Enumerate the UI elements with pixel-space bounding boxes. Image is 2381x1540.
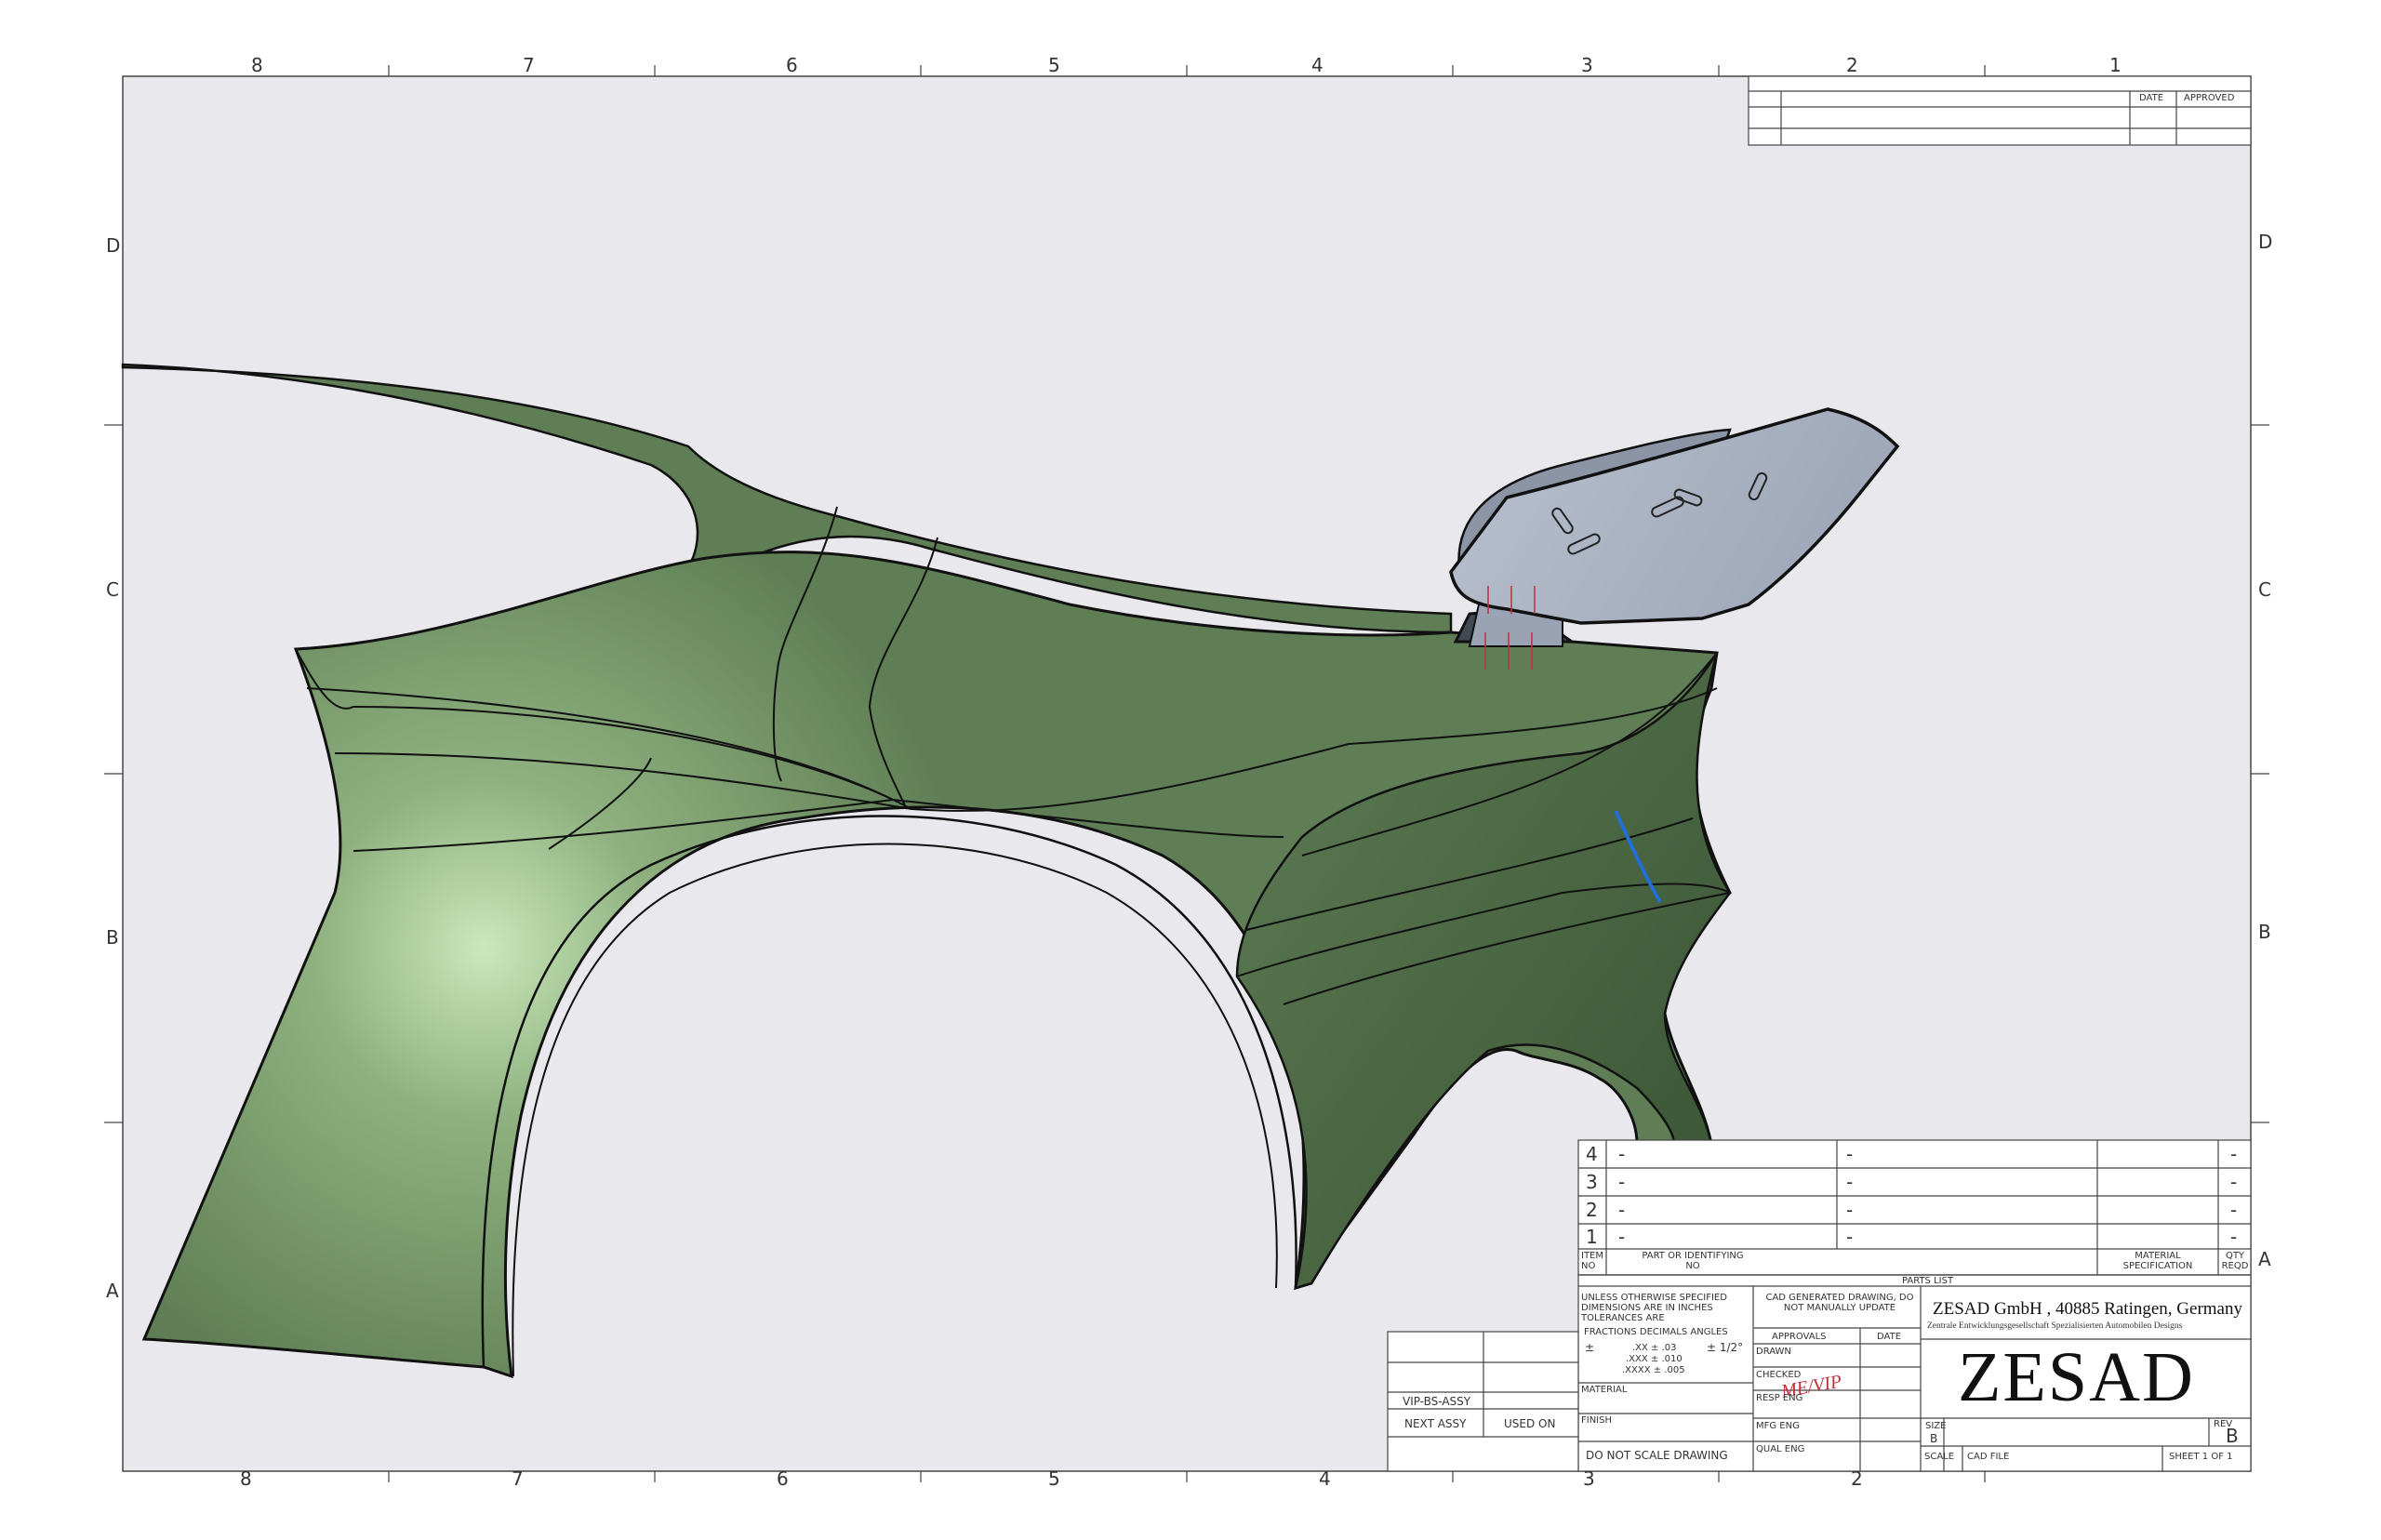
zone-bottom-8: 8 [240,1467,252,1490]
tol-xxx: .XXX ± .010 [1626,1354,1683,1364]
tol-xxxx: .XXXX ± .005 [1622,1365,1685,1375]
parts-header-part: PART OR IDENTIFYING NO [1642,1251,1744,1271]
parts-header-material: MATERIAL SPECIFICATION [2122,1251,2193,1271]
parts-header-qty: QTY REQD [2221,1251,2249,1271]
parts-row-part: - [1618,1199,1626,1221]
tolerance-note: UNLESS OTHERWISE SPECIFIED DIMENSIONS AR… [1581,1293,1727,1323]
zone-top-2: 2 [1846,54,1858,76]
zone-left-C: C [106,578,119,601]
rev-approved-header: APPROVED [2184,93,2235,103]
material-label: MATERIAL [1581,1385,1628,1395]
parts-row-desc: - [1846,1171,1854,1193]
parts-row-item: 3 [1586,1171,1598,1193]
revision-block [1748,75,2252,146]
plusminus: ± [1585,1341,1595,1354]
parts-row-part: - [1618,1226,1626,1248]
parts-row-part: - [1618,1171,1626,1193]
zone-top-5: 5 [1048,54,1060,76]
zone-right-C: C [2258,578,2271,601]
cad-note: CAD GENERATED DRAWING, DO NOT MANUALLY U… [1765,1293,1914,1313]
date-label: DATE [1877,1332,1902,1342]
used-on-label: USED ON [1504,1417,1556,1430]
zone-top-6: 6 [786,54,798,76]
zone-bottom-6: 6 [777,1467,789,1490]
scale-label: SCALE [1924,1452,1955,1462]
zone-top-8: 8 [251,54,263,76]
parts-row-item: 4 [1586,1143,1598,1165]
drawn-label: DRAWN [1756,1347,1791,1357]
zone-right-A: A [2258,1248,2271,1270]
size-value: B [1930,1432,1938,1445]
zone-left-A: A [106,1280,119,1302]
parts-row-desc: - [1846,1226,1854,1248]
tol-angle: ± 1/2° [1707,1341,1744,1354]
sheet-label: SHEET 1 OF 1 [2169,1452,2233,1462]
resp-eng-label: RESP ENG [1756,1393,1803,1403]
zone-left-B: B [106,926,119,949]
parts-row-item: 1 [1586,1226,1598,1248]
zone-bottom-2: 2 [1851,1467,1863,1490]
zone-bottom-3: 3 [1583,1467,1595,1490]
zone-top-4: 4 [1311,54,1324,76]
zone-left-D: D [106,234,121,257]
parts-row-qty: - [2230,1199,2238,1221]
next-assy-label: NEXT ASSY [1404,1417,1467,1430]
zone-bottom-4: 4 [1319,1467,1331,1490]
parts-row-qty: - [2230,1171,2238,1193]
finish-label: FINISH [1581,1415,1612,1426]
parts-row-qty: - [2230,1143,2238,1165]
approvals-label: APPROVALS [1772,1332,1827,1342]
parts-row-part: - [1618,1143,1626,1165]
parts-row-qty: - [2230,1226,2238,1248]
fractions-label: FRACTIONS DECIMALS ANGLES [1584,1327,1728,1337]
cad-file-label: CAD FILE [1967,1452,2010,1462]
zone-right-B: B [2258,921,2271,943]
parts-row-item: 2 [1586,1199,1598,1221]
tol-xx: .XX ± .03 [1632,1343,1677,1353]
qual-eng-label: QUAL ENG [1756,1444,1805,1454]
mfg-eng-label: MFG ENG [1756,1421,1800,1431]
zone-bottom-5: 5 [1048,1467,1060,1490]
parts-row-desc: - [1846,1143,1854,1165]
assembly-id: VIP-BS-ASSY [1403,1395,1471,1408]
zone-bottom-7: 7 [512,1467,524,1490]
zone-right-D: D [2258,231,2273,253]
parts-row-desc: - [1846,1199,1854,1221]
rev-date-header: DATE [2139,93,2164,103]
parts-header-item: ITEM NO [1581,1251,1604,1271]
company-logo: ZESAD [1958,1338,2195,1416]
do-not-scale: DO NOT SCALE DRAWING [1586,1449,1728,1462]
zone-top-7: 7 [523,54,535,76]
zone-top-3: 3 [1581,54,1593,76]
company-name: ZESAD GmbH , 40885 Ratingen, Germany [1933,1299,2242,1319]
parts-list-title: PARTS LIST [1902,1276,1954,1286]
rev-value: B [2226,1425,2239,1447]
zone-top-1: 1 [2109,54,2122,76]
size-label: SIZE [1925,1421,1947,1431]
company-subtitle: Zentrale Entwicklungsgesellschaft Spezia… [1927,1321,2183,1331]
